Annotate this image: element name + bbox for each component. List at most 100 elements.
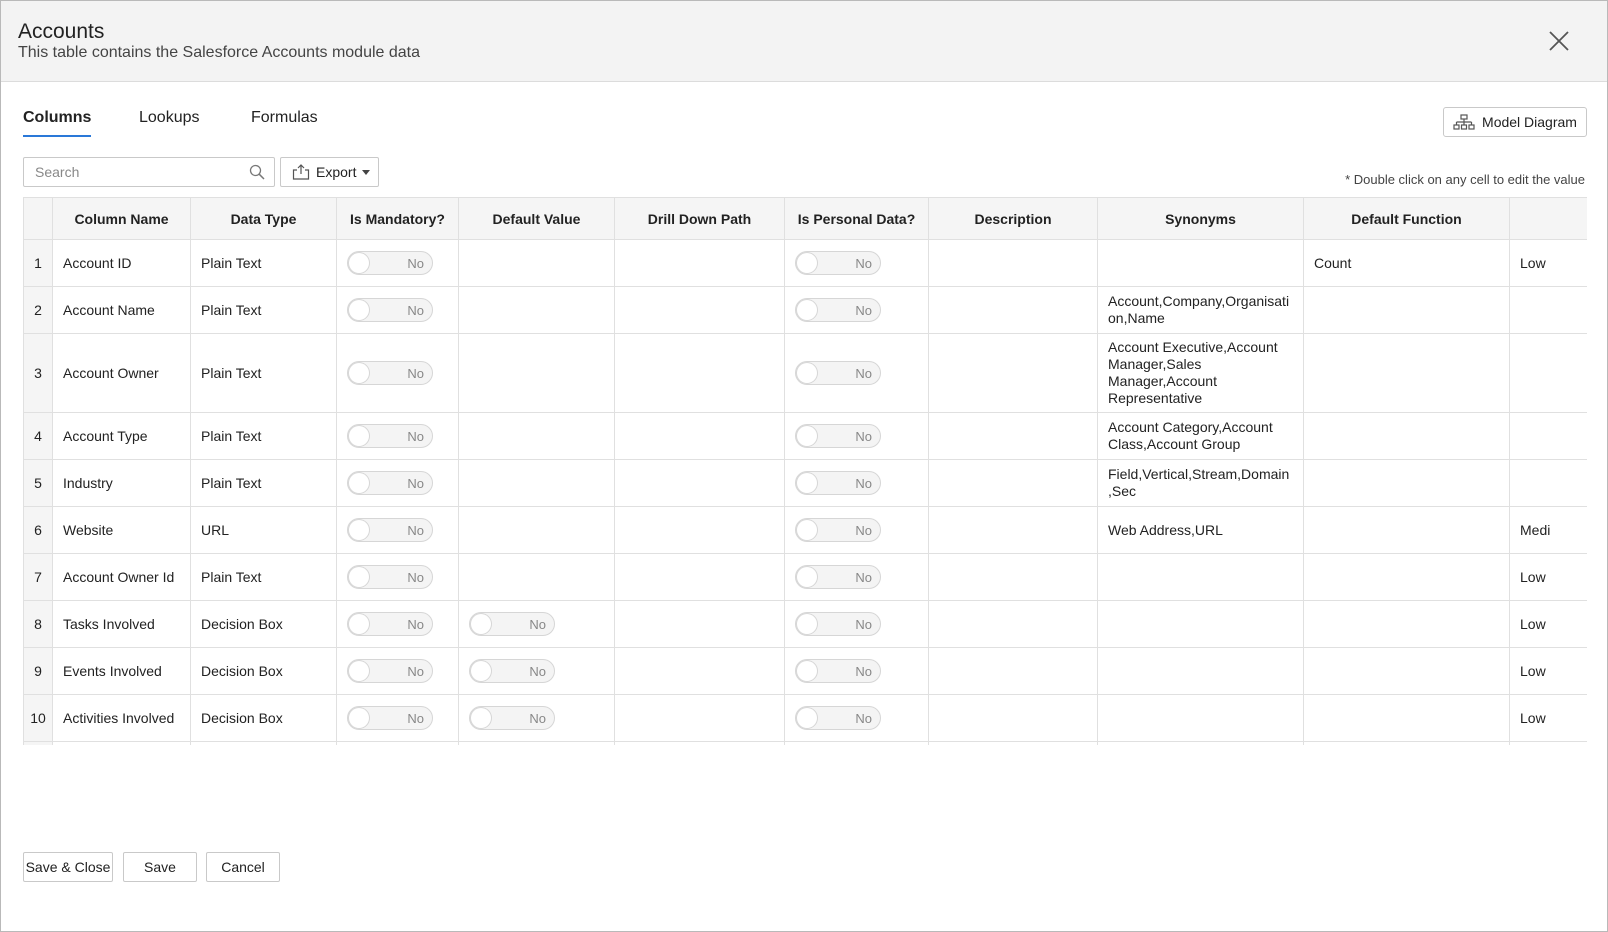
save-close-button[interactable]: Save & Close [23,852,113,882]
header-default-value[interactable]: Default Value [458,197,615,240]
cell-drill[interactable] [614,286,785,334]
search-icon[interactable] [249,164,265,180]
cell-description[interactable] [928,239,1098,287]
tab-formulas[interactable]: Formulas [251,109,318,135]
table-row[interactable]: 3 Account Owner Plain Text No No Account Exec… [23,333,1587,413]
mandatory-toggle[interactable]: No [347,518,433,542]
cell-personal[interactable]: No [784,600,929,648]
cell-mandatory[interactable]: No [336,286,459,334]
cell-default-value[interactable] [458,412,615,460]
cell-personal[interactable]: No [784,506,929,554]
cell-default-value[interactable] [458,459,615,507]
cell-default-function[interactable] [1303,647,1510,695]
cell-default-function[interactable]: Count [1303,239,1510,287]
personal-toggle[interactable]: No [795,659,881,683]
cell-drill[interactable] [614,741,785,745]
cell-personal[interactable]: No [784,553,929,601]
default-value-toggle[interactable]: No [469,612,555,636]
mandatory-toggle[interactable]: No [347,706,433,730]
header-data-type[interactable]: Data Type [190,197,337,240]
cell-type[interactable]: Plain Text [190,553,337,601]
header-is-mandatory[interactable]: Is Mandatory? [336,197,459,240]
cell-type[interactable]: Plain Text [190,333,337,413]
personal-toggle[interactable]: No [795,706,881,730]
cell-extra[interactable]: Low [1509,647,1587,695]
cell-mandatory[interactable]: No [336,600,459,648]
header-synonyms[interactable]: Synonyms [1097,197,1304,240]
cell-personal[interactable]: No [784,741,929,745]
cell-default-function[interactable] [1303,333,1510,413]
cell-extra[interactable]: Medi [1509,506,1587,554]
cell-mandatory[interactable]: No [336,647,459,695]
cell-description[interactable] [928,647,1098,695]
cell-personal[interactable]: No [784,412,929,460]
mandatory-toggle[interactable]: No [347,361,433,385]
cell-description[interactable] [928,600,1098,648]
default-value-toggle[interactable]: No [469,659,555,683]
cell-synonyms[interactable]: Field,Vertical,Stream,Domain,Sec [1097,459,1304,507]
mandatory-toggle[interactable]: No [347,251,433,275]
cell-default-value[interactable] [458,239,615,287]
tab-columns[interactable]: Columns [23,109,92,137]
close-button[interactable] [1547,29,1571,53]
cell-name[interactable]: Events Involved [52,647,191,695]
cell-extra[interactable]: Low [1509,600,1587,648]
cell-drill[interactable] [614,333,785,413]
personal-toggle[interactable]: No [795,565,881,589]
default-value-toggle[interactable]: No [469,706,555,730]
cell-drill[interactable] [614,694,785,742]
personal-toggle[interactable]: No [795,612,881,636]
cell-extra[interactable]: Low [1509,694,1587,742]
cell-synonyms[interactable] [1097,553,1304,601]
export-button[interactable]: Export [280,157,379,187]
cell-type[interactable]: Decision Box [190,694,337,742]
cell-drill[interactable] [614,506,785,554]
cell-drill[interactable] [614,600,785,648]
table-row[interactable]: 6 Website URL No No Web Address,URL Medi [23,506,1587,554]
cell-description[interactable] [928,506,1098,554]
cell-synonyms[interactable] [1097,647,1304,695]
cell-name[interactable]: Account ID [52,239,191,287]
cell-default-value[interactable] [458,333,615,413]
cell-personal[interactable]: No [784,286,929,334]
cell-default-value[interactable] [458,506,615,554]
table-row[interactable]: 4 Account Type Plain Text No No Account Categ… [23,412,1587,460]
cell-type[interactable]: Plain Text [190,459,337,507]
cell-extra[interactable]: Low [1509,239,1587,287]
cell-mandatory[interactable]: No [336,553,459,601]
cell-name[interactable]: Website [52,506,191,554]
cell-synonyms[interactable] [1097,694,1304,742]
model-diagram-button[interactable]: Model Diagram [1443,107,1587,137]
cell-description[interactable] [928,412,1098,460]
cell-type[interactable]: Plain Text [190,741,337,745]
header-default-function[interactable]: Default Function [1303,197,1510,240]
cell-description[interactable] [928,741,1098,745]
cell-description[interactable] [928,286,1098,334]
cell-mandatory[interactable]: No [336,694,459,742]
mandatory-toggle[interactable]: No [347,424,433,448]
cell-description[interactable] [928,459,1098,507]
save-button[interactable]: Save [123,852,197,882]
cancel-button[interactable]: Cancel [206,852,280,882]
cell-default-value[interactable] [458,286,615,334]
cell-type[interactable]: Plain Text [190,239,337,287]
mandatory-toggle[interactable]: No [347,565,433,589]
cell-synonyms[interactable] [1097,239,1304,287]
cell-default-value[interactable]: No [458,600,615,648]
cell-personal[interactable]: No [784,647,929,695]
cell-extra[interactable] [1509,333,1587,413]
table-row[interactable]: 1 Account ID Plain Text No No Count Low [23,239,1587,287]
mandatory-toggle[interactable]: No [347,612,433,636]
cell-mandatory[interactable]: No [336,239,459,287]
cell-extra[interactable] [1509,412,1587,460]
cell-type[interactable]: Plain Text [190,286,337,334]
header-description[interactable]: Description [928,197,1098,240]
cell-drill[interactable] [614,553,785,601]
cell-default-value[interactable]: No [458,647,615,695]
cell-extra[interactable]: Low [1509,553,1587,601]
cell-personal[interactable]: No [784,333,929,413]
cell-name[interactable]: Account Owner [52,333,191,413]
cell-description[interactable] [928,553,1098,601]
header-column-name[interactable]: Column Name [52,197,191,240]
cell-mandatory[interactable]: No [336,741,459,745]
